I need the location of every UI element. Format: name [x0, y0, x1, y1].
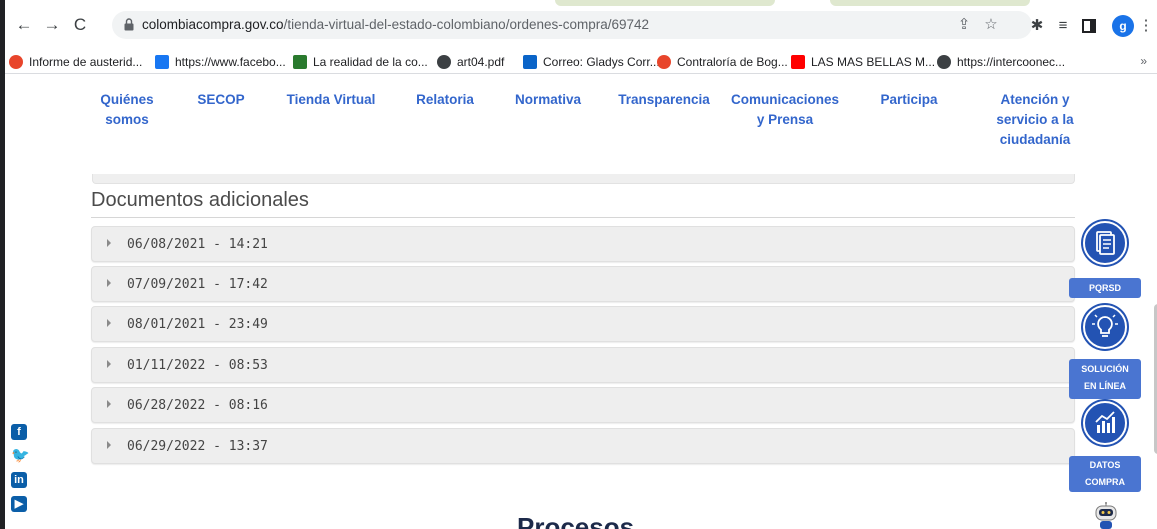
bookmark-item[interactable]: https://intercoonec... — [937, 53, 1065, 71]
bookmark-item[interactable]: Contraloría de Bog... — [657, 53, 788, 71]
reading-list-icon[interactable]: ≡ — [1053, 16, 1073, 36]
section-divider — [91, 217, 1075, 218]
facebook-icon[interactable]: f — [11, 424, 27, 440]
browser-toolbar: ← → C colombiacompra.gov.co/tienda-virtu… — [5, 8, 1157, 44]
expand-caret-icon — [107, 239, 111, 247]
bookmark-label: Contraloría de Bog... — [677, 55, 788, 69]
globe-icon — [437, 55, 451, 69]
expand-caret-icon — [107, 441, 111, 449]
url-text: colombiacompra.gov.co/tienda-virtual-del… — [142, 17, 649, 32]
pqrsd-button[interactable]: PQRSD — [1069, 278, 1141, 298]
bookmarks-bar: » Informe de austerid... https://www.face… — [5, 50, 1157, 74]
nav-atencion-ciudadania[interactable]: Atención y servicio a la ciudadanía — [979, 90, 1091, 150]
extensions-puzzle-icon[interactable]: ✱ — [1027, 16, 1047, 36]
document-date: 01/11/2022 - 08:53 — [127, 358, 268, 373]
document-accordion-item[interactable]: 06/08/2021 - 14:21 — [91, 226, 1075, 262]
main-navigation: Quiénes somos SECOP Tienda Virtual Relat… — [5, 76, 1157, 176]
nav-tienda-virtual[interactable]: Tienda Virtual — [281, 90, 381, 110]
opera-icon — [657, 55, 671, 69]
chart-growth-icon[interactable] — [1083, 401, 1127, 445]
bookmark-favicon — [293, 55, 307, 69]
nav-quienes-somos[interactable]: Quiénes somos — [77, 90, 177, 130]
forward-arrow-icon[interactable]: → — [39, 12, 65, 38]
menu-kebab-icon[interactable]: ⋮ — [1136, 16, 1156, 36]
document-date: 06/29/2022 - 13:37 — [127, 439, 268, 454]
document-accordion-item[interactable]: 06/28/2022 - 08:16 — [91, 387, 1075, 423]
expand-caret-icon — [107, 400, 111, 408]
datos-compra-publica-button[interactable]: DATOS COMPRA PÚBLICA — [1069, 456, 1141, 504]
bookmark-item[interactable]: LAS MAS BELLAS M... — [791, 53, 935, 71]
facebook-icon — [155, 55, 169, 69]
tab-strip-hint — [830, 0, 1030, 6]
lock-icon — [124, 18, 134, 31]
expand-caret-icon — [107, 279, 111, 287]
linkedin-icon[interactable]: in — [11, 472, 27, 488]
bookmark-item[interactable]: Informe de austerid... — [9, 53, 142, 71]
reload-icon[interactable]: C — [67, 12, 93, 38]
side-panel-icon[interactable] — [1079, 16, 1099, 36]
bookmark-item[interactable]: La realidad de la co... — [293, 53, 428, 71]
bookmark-label: Correo: Gladys Corr... — [543, 55, 660, 69]
expand-caret-icon — [107, 360, 111, 368]
share-icon[interactable]: ⇪ — [955, 16, 973, 34]
nav-secop[interactable]: SECOP — [191, 90, 251, 110]
bookmark-item[interactable]: https://www.facebo... — [155, 53, 286, 71]
bookmark-label: La realidad de la co... — [313, 55, 428, 69]
bookmark-label: https://intercoonec... — [957, 55, 1066, 69]
document-date: 08/01/2021 - 23:49 — [127, 317, 268, 332]
document-accordion-item[interactable]: 08/01/2021 - 23:49 — [91, 306, 1075, 342]
back-arrow-icon[interactable]: ← — [11, 12, 37, 38]
nav-comunicaciones[interactable]: Comunicaciones y Prensa — [727, 90, 843, 130]
outlook-icon — [523, 55, 537, 69]
nav-relatoria[interactable]: Relatoria — [405, 90, 485, 110]
bookmark-label: art04.pdf — [457, 55, 505, 69]
url-path: /tienda-virtual-del-estado-colombiano/or… — [283, 17, 650, 32]
document-accordion-item[interactable]: 07/09/2021 - 17:42 — [91, 266, 1075, 302]
document-date: 07/09/2021 - 17:42 — [127, 277, 268, 292]
document-date: 06/08/2021 - 14:21 — [127, 237, 268, 252]
document-accordion-item[interactable]: 06/29/2022 - 13:37 — [91, 428, 1075, 464]
bookmark-item[interactable]: Correo: Gladys Corr... — [523, 53, 660, 71]
twitter-icon[interactable]: 🐦 — [11, 448, 30, 464]
nav-normativa[interactable]: Normativa — [507, 90, 589, 110]
tab-strip-hint — [555, 0, 775, 6]
document-accordion-item[interactable]: 01/11/2022 - 08:53 — [91, 347, 1075, 383]
address-bar[interactable]: colombiacompra.gov.co/tienda-virtual-del… — [112, 11, 1032, 39]
lightbulb-icon[interactable] — [1083, 305, 1127, 349]
youtube-icon — [791, 55, 805, 69]
page-content: Quiénes somos SECOP Tienda Virtual Relat… — [5, 76, 1157, 529]
bookmark-label: LAS MAS BELLAS M... — [811, 55, 936, 69]
procesos-heading: Procesos — [517, 512, 635, 529]
youtube-icon[interactable]: ▶ — [11, 496, 27, 512]
previous-panel-edge — [92, 174, 1075, 184]
url-host: colombiacompra.gov.co — [142, 17, 284, 32]
opera-icon — [9, 55, 23, 69]
profile-avatar[interactable]: g — [1112, 15, 1134, 37]
bookmark-label: https://www.facebo... — [175, 55, 286, 69]
datos-label-1: DATOS COMPRA — [1085, 460, 1125, 487]
browser-window: ← → C colombiacompra.gov.co/tienda-virtu… — [0, 0, 1157, 529]
bookmark-label: Informe de austerid... — [29, 55, 143, 69]
bookmark-item[interactable]: art04.pdf — [437, 53, 504, 71]
star-icon[interactable]: ☆ — [982, 16, 1000, 34]
chatbot-robot-icon[interactable] — [1089, 502, 1123, 529]
expand-caret-icon — [107, 319, 111, 327]
globe-icon — [937, 55, 951, 69]
solucion-label-2: EN LÍNEA — [1083, 381, 1126, 391]
solucion-en-linea-button[interactable]: SOLUCIÓN EN LÍNEA — [1069, 359, 1141, 399]
pqrsd-document-icon[interactable] — [1083, 221, 1127, 265]
document-date: 06/28/2022 - 08:16 — [127, 398, 268, 413]
section-title: Documentos adicionales — [91, 189, 309, 211]
more-bookmarks-icon[interactable]: » — [1140, 54, 1147, 68]
nav-participa[interactable]: Participa — [871, 90, 947, 110]
nav-transparencia[interactable]: Transparencia — [611, 90, 717, 110]
solucion-label-1: SOLUCIÓN — [1081, 364, 1129, 374]
